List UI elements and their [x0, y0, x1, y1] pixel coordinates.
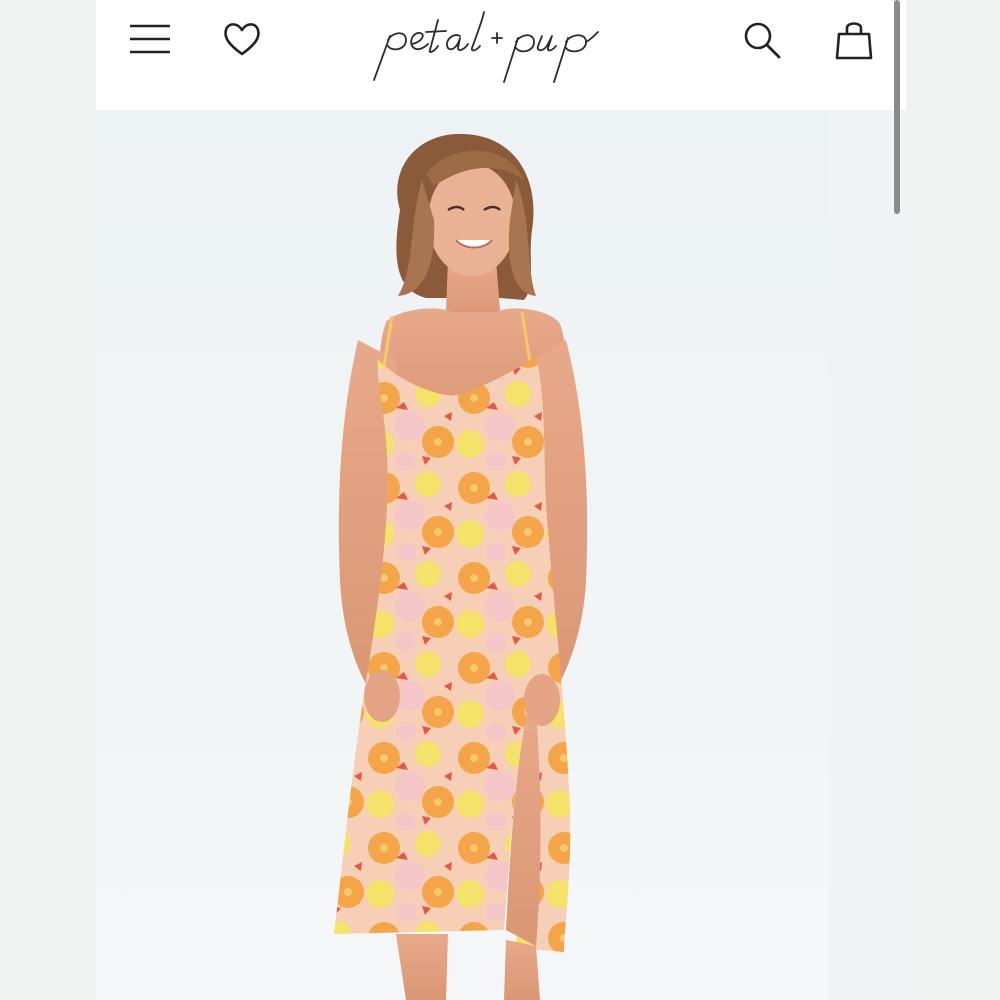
model-illustration [334, 133, 588, 1000]
page-margin-right [906, 0, 1000, 1000]
next-product-image-edge[interactable] [828, 110, 906, 1000]
menu-icon[interactable] [128, 22, 172, 56]
mobile-frame: petal + pup [96, 0, 906, 1000]
brand-logo[interactable]: petal + pup [366, 6, 656, 86]
search-icon[interactable] [742, 20, 782, 60]
shopping-bag-icon[interactable] [834, 18, 874, 60]
product-image[interactable] [96, 110, 828, 1000]
scrollbar-thumb[interactable] [894, 0, 900, 214]
page-margin-left [0, 0, 96, 1000]
site-header: petal + pup [96, 0, 906, 110]
heart-icon[interactable] [222, 20, 262, 58]
